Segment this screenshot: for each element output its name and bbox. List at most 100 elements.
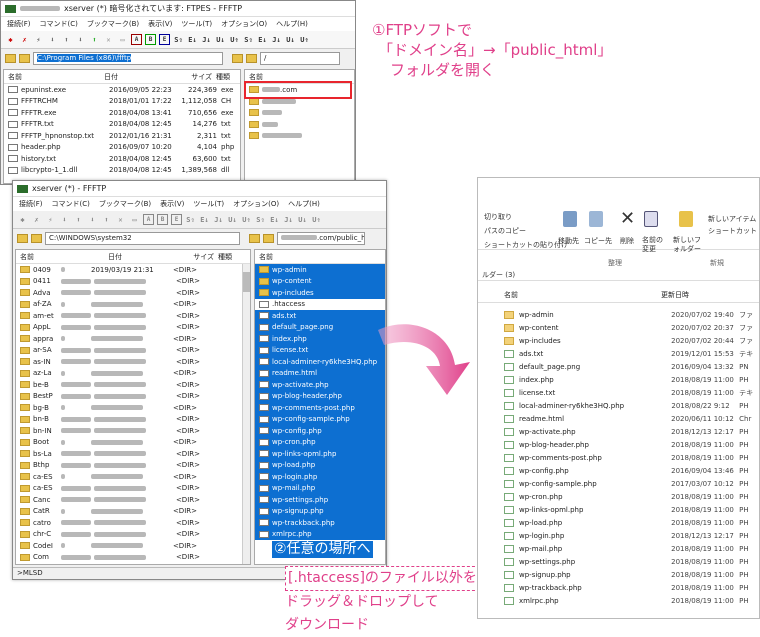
local-folder-row[interactable]: appra <DIR> [16, 333, 250, 345]
move-to-icon[interactable] [563, 211, 577, 227]
auto-mode-icon[interactable]: E [159, 34, 170, 45]
remote-file-row[interactable]: wp-comments-post.php [255, 402, 385, 414]
local-folder-row[interactable]: BestP <DIR> [16, 391, 250, 403]
explorer-file-row[interactable]: wp-mail.php 2018/08/19 11:00 PH [478, 542, 759, 555]
local-folder-row[interactable]: bn-B <DIR> [16, 414, 250, 426]
remote-file-row[interactable]: license.txt [255, 344, 385, 356]
local-folder-icon[interactable] [17, 233, 28, 243]
transfer-mode-button[interactable]: U⇑ [241, 214, 252, 225]
new-folder-icon[interactable] [679, 211, 693, 227]
remote-path-input[interactable]: / [260, 51, 340, 65]
ribbon-delete[interactable]: 削除 [620, 236, 634, 246]
upload-icon[interactable]: ⬆ [61, 34, 72, 45]
ribbon-cut[interactable]: 切り取り [484, 212, 512, 222]
explorer-file-row[interactable]: ads.txt 2019/12/01 15:53 テキ [478, 347, 759, 360]
transfer-mode-button[interactable]: U⇑ [229, 34, 240, 45]
remote-file-row[interactable]: wp-includes [255, 287, 385, 299]
transfer-mode-button[interactable]: J↓ [283, 214, 294, 225]
local-folder-row[interactable]: as-IN <DIR> [16, 356, 250, 368]
ribbon-copy-to[interactable]: コピー先 [584, 236, 612, 246]
col-type[interactable]: 種類 [214, 252, 240, 262]
local-folder-row[interactable]: Canc <DIR> [16, 494, 250, 506]
menu-item[interactable]: 接続(F) [7, 19, 31, 29]
explorer-file-row[interactable]: local-adminer-ry6khe3HQ.php 2018/08/22 9:… [478, 399, 759, 412]
explorer-file-row[interactable]: xmlrpc.php 2018/08/19 11:00 PH [478, 594, 759, 607]
local-path-input[interactable]: C:\Program Files (x86)\ffftp [33, 51, 223, 65]
remote-file-row[interactable]: .htaccess [255, 299, 385, 311]
local-open-folder-icon[interactable] [19, 53, 30, 63]
local-folder-row[interactable]: ca-ES <DIR> [16, 471, 250, 483]
remote-folder[interactable] [245, 107, 354, 119]
local-folder-row[interactable]: ar-SA <DIR> [16, 345, 250, 357]
transfer-mode-button[interactable]: J↓ [271, 34, 282, 45]
remote-folder-icon[interactable] [249, 233, 260, 243]
transfer-mode-button[interactable]: U↓ [227, 214, 238, 225]
local-folder-row[interactable]: bs-La <DIR> [16, 448, 250, 460]
transfer-mode-button[interactable]: S⇧ [173, 34, 184, 45]
stop-icon[interactable]: ▭ [117, 34, 128, 45]
up-folder-icon[interactable]: ⬆ [89, 34, 100, 45]
local-folder-row[interactable]: chr-C <DIR> [16, 529, 250, 541]
col-name[interactable]: 名前 [16, 252, 108, 262]
explorer-file-row[interactable]: wp-load.php 2018/08/19 11:00 PH [478, 516, 759, 529]
local-scrollbar[interactable] [242, 264, 250, 564]
ribbon-shortcut[interactable]: ショートカット [708, 226, 757, 236]
connect-icon[interactable]: ✱ [5, 34, 16, 45]
ribbon-move-to[interactable]: 移動先 [558, 236, 579, 246]
remote-file-row[interactable]: wp-activate.php [255, 379, 385, 391]
local-open-folder-icon[interactable] [31, 233, 42, 243]
download-icon[interactable]: ⬇ [47, 34, 58, 45]
remote-file-row[interactable]: wp-links-opml.php [255, 448, 385, 460]
explorer-file-row[interactable]: wp-settings.php 2018/08/19 11:00 PH [478, 555, 759, 568]
explorer-file-row[interactable]: wp-includes 2020/07/02 20:44 ファ [478, 334, 759, 347]
disconnect-icon[interactable]: ✗ [31, 214, 42, 225]
explorer-file-row[interactable]: wp-activate.php 2018/12/13 12:17 PH [478, 425, 759, 438]
remote-file-row[interactable]: default_page.png [255, 321, 385, 333]
explorer-file-row[interactable]: wp-config.php 2016/09/04 13:46 PH [478, 464, 759, 477]
transfer-mode-button[interactable]: S⇧ [243, 34, 254, 45]
menu-item[interactable]: ツール(T) [181, 19, 212, 29]
remote-file-row[interactable]: wp-blog-header.php [255, 390, 385, 402]
local-path-input[interactable]: C:\WINDOWS\system32 [45, 231, 240, 245]
col-modified[interactable]: 更新日時 [661, 290, 689, 300]
col-name[interactable]: 名前 [245, 72, 263, 82]
explorer-file-row[interactable]: license.txt 2018/08/19 11:00 テキ [478, 386, 759, 399]
local-folder-row[interactable]: am-et <DIR> [16, 310, 250, 322]
ribbon-new-item[interactable]: 新しいアイテム [708, 214, 756, 224]
remote-file-row[interactable]: index.php [255, 333, 385, 345]
local-file-row[interactable]: epuninst.exe 2016/09/05 22:23 224,369 exe [4, 84, 240, 96]
mirror-icon[interactable]: ⬇ [75, 34, 86, 45]
transfer-mode-button[interactable]: E↓ [257, 34, 268, 45]
menu-item[interactable]: ブックマーク(B) [87, 19, 139, 29]
remote-file-row[interactable]: wp-login.php [255, 471, 385, 483]
remote-file-row[interactable]: wp-config-sample.php [255, 413, 385, 425]
menu-item[interactable]: コマンド(C) [40, 19, 78, 29]
ribbon-copy-path[interactable]: パスのコピー [484, 226, 526, 236]
transfer-mode-button[interactable]: U⇑ [299, 34, 310, 45]
explorer-file-row[interactable]: index.php 2018/08/19 11:00 PH [478, 373, 759, 386]
local-file-row[interactable]: FFFTP_hpnonstop.txt 2012/01/16 21:31 2,311… [4, 130, 240, 142]
local-file-row[interactable]: libcrypto-1_1.dll 2018/04/08 12:45 1,389,5… [4, 165, 240, 177]
quick-connect-icon[interactable]: ⚡ [33, 34, 44, 45]
transfer-mode-button[interactable]: E↓ [199, 214, 210, 225]
menu-item[interactable]: コマンド(C) [52, 199, 90, 209]
local-folder-row[interactable]: be-B <DIR> [16, 379, 250, 391]
explorer-file-row[interactable]: wp-blog-header.php 2018/08/19 11:00 PH [478, 438, 759, 451]
col-name[interactable]: 名前 [255, 252, 273, 262]
explorer-file-row[interactable]: readme.html 2020/06/11 10:12 Chr [478, 412, 759, 425]
remote-path-input[interactable]: .com/public_h [277, 231, 365, 245]
remote-file-row[interactable]: wp-load.php [255, 459, 385, 471]
explorer-file-row[interactable]: default_page.png 2016/09/04 13:32 PN [478, 360, 759, 373]
cut-icon[interactable]: ✕ [115, 214, 126, 225]
cut-icon[interactable]: ✕ [103, 34, 114, 45]
remote-folder-icon[interactable] [232, 53, 243, 63]
ribbon-paste-shortcut[interactable]: ショートカットの貼り付け [484, 240, 568, 250]
local-file-pane[interactable]: 名前 日付 サイズ 種類 epuninst.exe 2016/09/05 22:2… [3, 69, 241, 184]
transfer-mode-button[interactable]: U↓ [285, 34, 296, 45]
ribbon-new-folder[interactable]: 新しいフォルダー [673, 236, 703, 254]
remote-folder[interactable] [245, 130, 354, 142]
text-mode-icon[interactable]: B [157, 214, 168, 225]
local-folder-row[interactable]: af-ZA <DIR> [16, 299, 250, 311]
connect-icon[interactable]: ✱ [17, 214, 28, 225]
up-folder-icon[interactable]: ⬆ [101, 214, 112, 225]
